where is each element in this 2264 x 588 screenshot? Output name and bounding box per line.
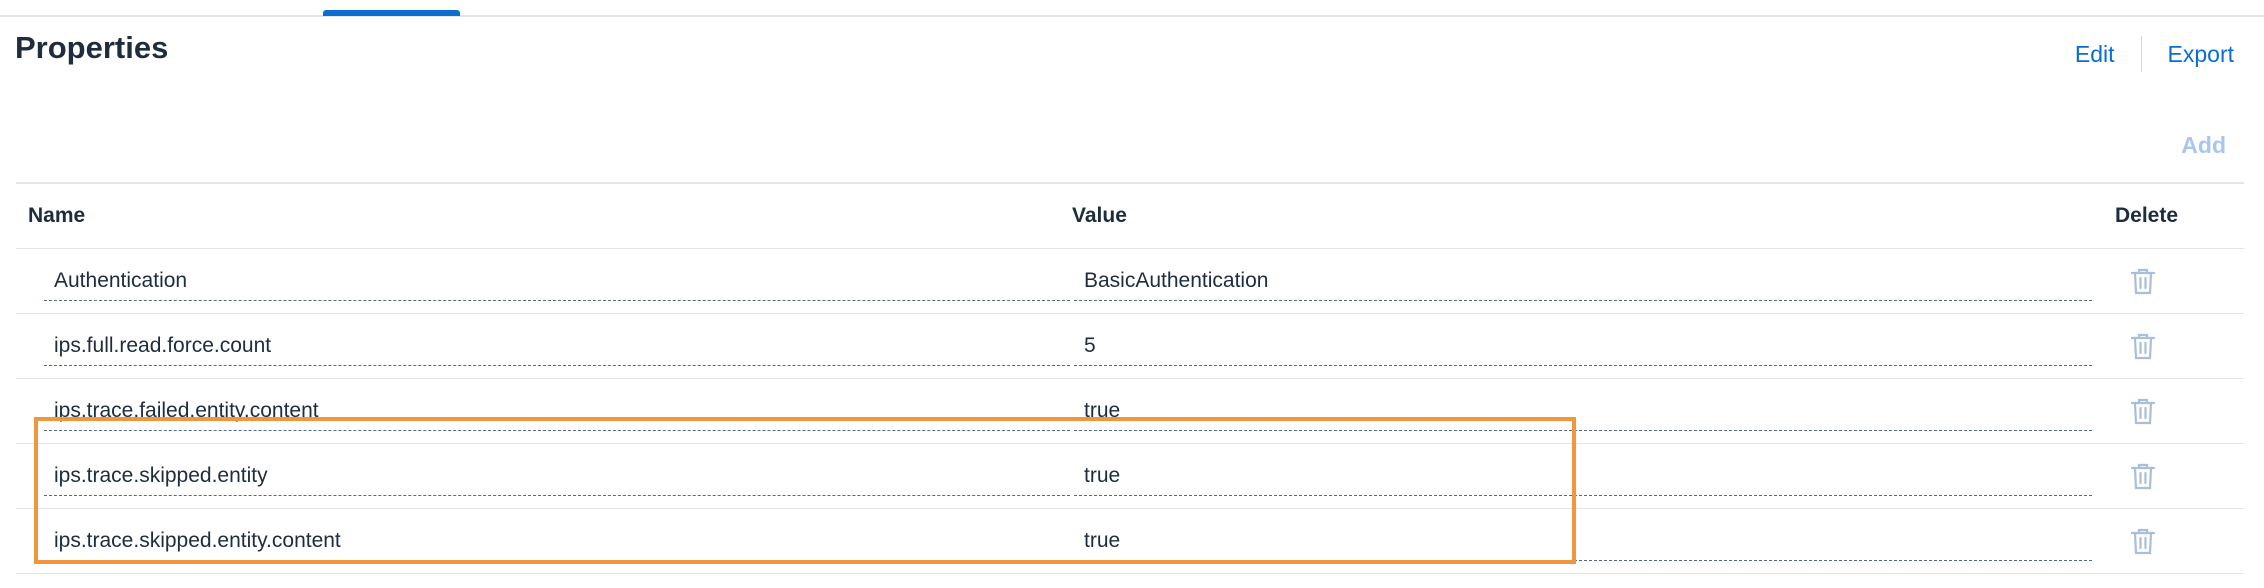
table-row: Authentication BasicAuthentication [16, 249, 2244, 314]
property-name-input[interactable]: ips.trace.skipped.entity [44, 456, 1070, 496]
column-header-name: Name [28, 204, 86, 227]
property-value-input[interactable]: true [1074, 391, 2092, 431]
trash-icon[interactable] [2130, 397, 2156, 425]
property-name-input[interactable]: ips.trace.skipped.entity.content [44, 521, 1070, 561]
column-header-delete: Delete [2115, 204, 2179, 227]
active-tab-indicator [323, 10, 460, 16]
table-header: Name Value Delete [16, 182, 2244, 249]
page-title: Properties [15, 30, 169, 65]
property-value-input[interactable]: BasicAuthentication [1074, 261, 2092, 301]
add-button: Add [2181, 132, 2226, 158]
property-name-input[interactable]: Authentication [44, 261, 1070, 301]
property-value-input[interactable]: true [1074, 456, 2092, 496]
property-value-input[interactable]: true [1074, 521, 2092, 561]
export-button[interactable]: Export [2168, 41, 2234, 68]
table-row: ips.trace.skipped.entity.content true [16, 509, 2244, 574]
table-row: ips.full.read.force.count 5 [16, 314, 2244, 379]
action-separator [2140, 36, 2142, 72]
property-name-input[interactable]: ips.trace.failed.entity.content [44, 391, 1070, 431]
property-name-input[interactable]: ips.full.read.force.count [44, 326, 1070, 366]
trash-icon[interactable] [2130, 462, 2156, 490]
table-row: ips.trace.failed.entity.content true [16, 379, 2244, 444]
property-value-input[interactable]: 5 [1074, 326, 2092, 366]
trash-icon[interactable] [2130, 527, 2156, 555]
header-actions: Edit Export [2075, 36, 2234, 72]
properties-table: Name Value Delete Authentication BasicAu… [16, 182, 2244, 574]
table-row: ips.trace.skipped.entity true [16, 444, 2244, 509]
column-header-value: Value [1072, 204, 1127, 227]
trash-icon[interactable] [2130, 267, 2156, 295]
trash-icon[interactable] [2130, 332, 2156, 360]
properties-page: Properties Edit Export Add Name Value De… [0, 0, 2264, 588]
edit-button[interactable]: Edit [2075, 41, 2115, 68]
